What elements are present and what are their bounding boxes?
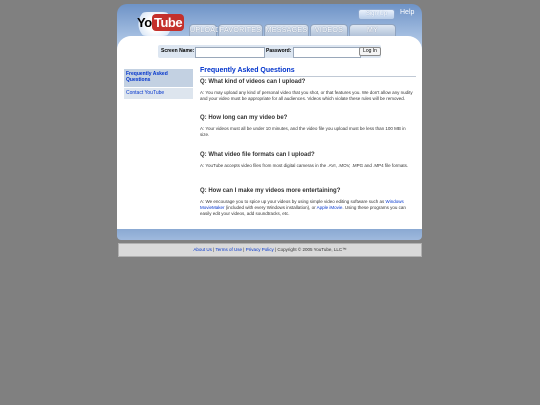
footer-separator: | — [243, 247, 245, 252]
logo-tube: Tube — [152, 14, 185, 31]
faq-question: Q: What kind of videos can I upload? — [200, 79, 306, 85]
login-button[interactable]: Log In — [359, 47, 381, 56]
page-title: Frequently Asked Questions — [200, 67, 416, 77]
terms-of-use-link[interactable]: Terms of Use — [216, 247, 243, 252]
screen-name-input[interactable] — [195, 47, 265, 58]
faq-item: Q: What kind of videos can I upload? A: … — [200, 79, 416, 102]
sidebar-item-faq[interactable]: Frequently Asked Questions — [124, 69, 193, 88]
apple-imovie-link[interactable]: Apple iMovie — [317, 205, 343, 210]
content-area: Screen Name: Password: Log In Frequently… — [117, 36, 422, 229]
footer: About Us | Terms of Use | Privacy Policy… — [118, 243, 422, 257]
password-label: Password: — [266, 48, 292, 54]
faq-answer: A: We encourage you to spice up your vid… — [200, 199, 416, 217]
answer-text: A: We encourage you to spice up your vid… — [200, 199, 385, 204]
signup-button[interactable]: Sign Up — [358, 9, 395, 20]
footer-separator: | — [213, 247, 215, 252]
about-us-link[interactable]: About Us — [193, 247, 212, 252]
faq-main: Frequently Asked Questions Q: What kind … — [200, 67, 416, 216]
faq-answer: A: Your videos must all be under 10 minu… — [200, 126, 406, 137]
login-bar: Screen Name: Password: Log In — [158, 45, 381, 58]
bottom-strip — [117, 229, 422, 240]
password-input[interactable] — [293, 47, 361, 58]
faq-question: Q: How can I make my videos more enterta… — [200, 188, 341, 194]
faq-question: Q: How long can my video be? — [200, 115, 288, 121]
faq-item: Q: What video file formats can I upload?… — [200, 152, 416, 169]
faq-item: Q: How can I make my videos more enterta… — [200, 188, 416, 217]
page-frame: You Tube Sign Up Help UPLOAD FAVORITES M… — [117, 4, 422, 242]
copyright-text: | Copyright © 2005 YouTube, LLC™ — [275, 247, 347, 252]
privacy-policy-link[interactable]: Privacy Policy — [246, 247, 274, 252]
faq-question: Q: What video file formats can I upload? — [200, 152, 315, 158]
screen-name-label: Screen Name: — [161, 48, 195, 54]
answer-text: (included with every Windows installatio… — [225, 205, 316, 210]
faq-answer: A: You may upload any kind of personal v… — [200, 90, 413, 101]
faq-answer: A: YouTube accepts video files from most… — [200, 163, 409, 168]
faq-item: Q: How long can my video be? A: Your vid… — [200, 115, 416, 138]
sidebar-item-contact[interactable]: Contact YouTube — [124, 88, 193, 100]
help-link[interactable]: Help — [400, 9, 414, 16]
sidebar: Frequently Asked Questions Contact YouTu… — [124, 69, 193, 100]
